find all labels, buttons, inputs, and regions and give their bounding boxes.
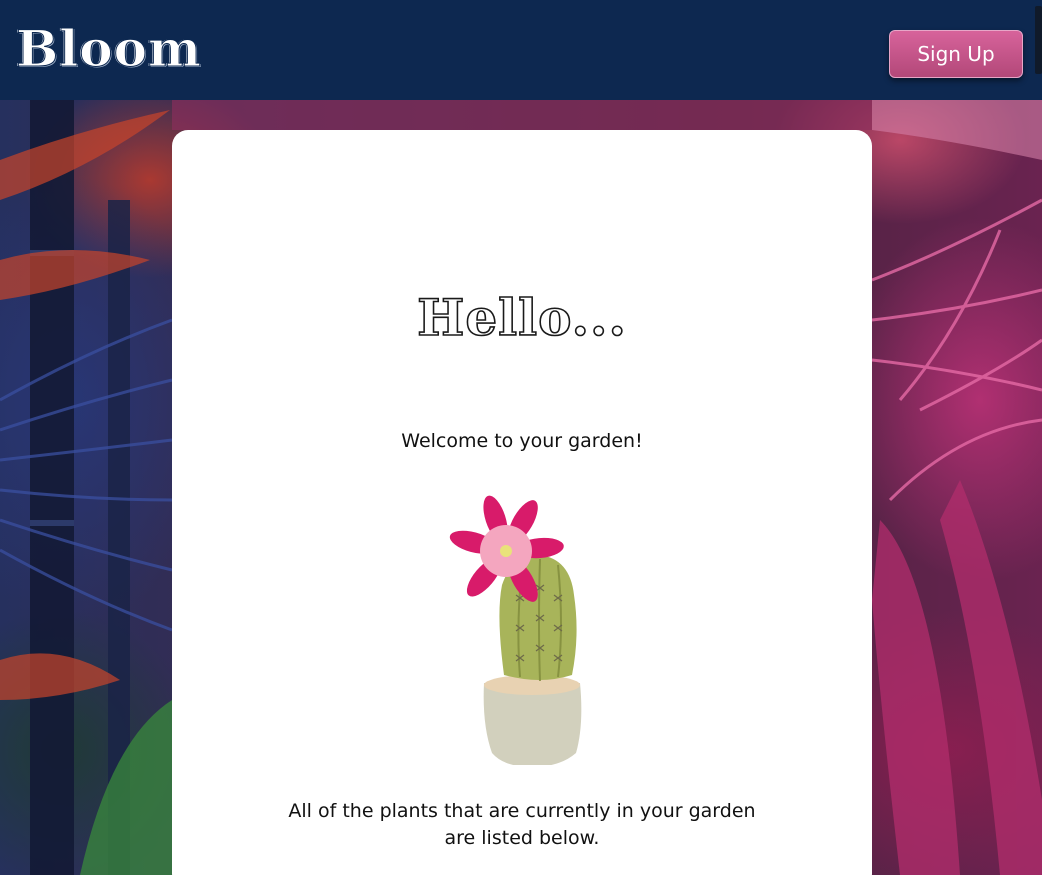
cactus-illustration-icon [449,495,582,765]
sign-up-button[interactable]: Sign Up [889,30,1023,78]
welcome-card: Hello... Welcome to your garden! All of … [172,130,872,875]
navbar: Bloom Sign Up [0,0,1042,100]
greeting-heading: Hello... [416,287,627,348]
welcome-text: Welcome to your garden! [401,430,643,452]
scrollbar[interactable] [1035,6,1042,74]
garden-plants-description: All of the plants that are currently in … [288,800,756,849]
logo[interactable]: Bloom [16,14,202,84]
